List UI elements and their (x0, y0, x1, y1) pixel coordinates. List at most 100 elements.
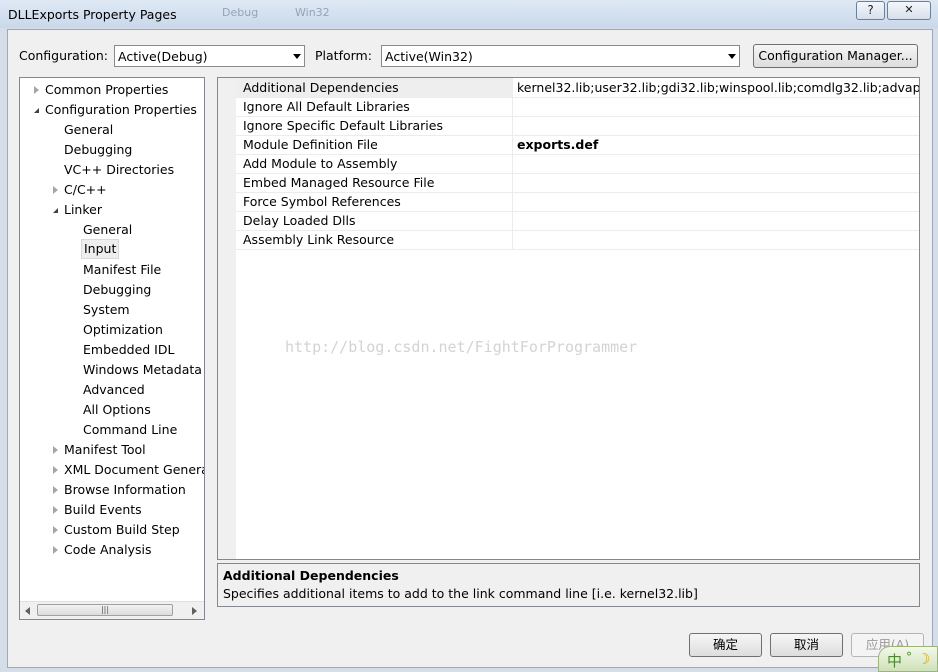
column-divider (512, 135, 513, 154)
property-row[interactable]: Embed Managed Resource File (236, 173, 919, 193)
tree-node-label: Browse Information (64, 482, 186, 497)
cancel-button[interactable]: 取消 (770, 633, 843, 657)
tree-node[interactable]: VC++ Directories (20, 160, 204, 180)
property-value[interactable]: exports.def (517, 137, 598, 152)
grid-gutter (218, 78, 236, 559)
collapsed-arrow-icon[interactable] (53, 186, 58, 194)
ime-indicator[interactable]: 中 ° ☽ (878, 646, 938, 672)
tree-node[interactable]: General (20, 220, 204, 240)
expanded-arrow-icon[interactable] (34, 108, 39, 113)
ok-button[interactable]: 确定 (689, 633, 762, 657)
property-name: Module Definition File (243, 137, 378, 152)
platform-select[interactable]: Active(Win32) (381, 45, 740, 67)
collapsed-arrow-icon[interactable] (53, 506, 58, 514)
scroll-left-icon[interactable] (25, 607, 30, 615)
tree-node[interactable]: Optimization (20, 320, 204, 340)
tree-node-label: Debugging (64, 142, 133, 157)
property-row[interactable]: Ignore Specific Default Libraries (236, 116, 919, 136)
scrollbar-thumb[interactable]: ||| (37, 604, 173, 616)
tree-node[interactable]: Debugging (20, 140, 204, 160)
tree-node-label: System (83, 302, 130, 317)
configuration-select[interactable]: Active(Debug) (114, 45, 305, 67)
property-row[interactable]: Add Module to Assembly (236, 154, 919, 174)
tree-node[interactable]: Custom Build Step (20, 520, 204, 540)
collapsed-arrow-icon[interactable] (53, 526, 58, 534)
tree-node[interactable]: Browse Information (20, 480, 204, 500)
tree-node[interactable]: Code Analysis (20, 540, 204, 560)
property-name: Ignore All Default Libraries (243, 99, 410, 114)
tree-node[interactable]: XML Document Generat (20, 460, 205, 480)
property-grid[interactable]: Additional Dependencies kernel32.lib;user… (217, 77, 920, 560)
tree-node-label: Linker (64, 202, 102, 217)
configuration-manager-button[interactable]: Configuration Manager... (753, 44, 918, 68)
property-row[interactable]: Force Symbol References (236, 192, 919, 212)
tree-node[interactable]: Debugging (20, 280, 204, 300)
tree-node[interactable]: C/C++ (20, 180, 204, 200)
tree-node-label: XML Document Generat (64, 462, 205, 477)
tree-node[interactable]: Embedded IDL (20, 340, 204, 360)
property-row[interactable]: Assembly Link Resource (236, 230, 919, 250)
tree-node-label: Debugging (83, 282, 152, 297)
tree-node-label: Configuration Properties (45, 102, 197, 117)
property-tree[interactable]: ||| Common Properties Configuration Prope… (19, 77, 205, 620)
help-button[interactable]: ? (856, 1, 885, 20)
dialog-client-area: Configuration: Active(Debug) Platform: A… (7, 29, 933, 668)
moon-icon: ☽ (917, 650, 931, 668)
column-divider (512, 211, 513, 230)
property-value[interactable]: kernel32.lib;user32.lib;gdi32.lib;winspo… (517, 80, 919, 95)
tree-node[interactable]: General (20, 120, 204, 140)
tree-node[interactable]: Input (20, 239, 204, 260)
property-row[interactable]: Delay Loaded Dlls (236, 211, 919, 231)
column-divider (512, 230, 513, 249)
tree-node[interactable]: Command Line (20, 420, 204, 440)
tree-node[interactable]: Manifest Tool (20, 440, 204, 460)
tree-node[interactable]: Common Properties (20, 80, 204, 100)
tree-node[interactable]: Advanced (20, 380, 204, 400)
column-divider (512, 173, 513, 192)
tree-node-label: Manifest Tool (64, 442, 146, 457)
description-title: Additional Dependencies (223, 568, 399, 583)
watermark: http://blog.csdn.net/FightForProgrammer (285, 338, 638, 356)
tree-node-label: Build Events (64, 502, 142, 517)
tree-node-label: Windows Metadata (83, 362, 202, 377)
tree-node[interactable]: Configuration Properties (20, 100, 204, 120)
column-divider (512, 116, 513, 135)
close-button[interactable]: ✕ (887, 1, 931, 20)
property-name: Additional Dependencies (243, 80, 399, 95)
tree-node-label: Optimization (83, 322, 163, 337)
chevron-down-icon (293, 54, 301, 59)
tree-node[interactable]: Linker (20, 200, 204, 220)
background-ghost-text: Debug (222, 6, 259, 19)
property-row[interactable]: Ignore All Default Libraries (236, 97, 919, 117)
tree-node-label: Embedded IDL (83, 342, 175, 357)
tree-node-label: Code Analysis (64, 542, 152, 557)
collapsed-arrow-icon[interactable] (53, 446, 58, 454)
tree-node[interactable]: Windows Metadata (20, 360, 204, 380)
description-panel: Additional Dependencies Specifies additi… (217, 563, 920, 607)
horizontal-scrollbar[interactable]: ||| (20, 601, 204, 619)
property-row[interactable]: Module Definition File exports.def (236, 135, 919, 155)
scroll-right-icon[interactable] (192, 607, 197, 615)
expanded-arrow-icon[interactable] (53, 208, 58, 213)
title-bar: DLLExports Property Pages Debug Win32 ? … (0, 0, 938, 28)
collapsed-arrow-icon[interactable] (34, 86, 39, 94)
tree-node[interactable]: Build Events (20, 500, 204, 520)
collapsed-arrow-icon[interactable] (53, 486, 58, 494)
tree-node-label: Advanced (83, 382, 145, 397)
property-name: Delay Loaded Dlls (243, 213, 356, 228)
tree-node-label: Command Line (83, 422, 178, 437)
close-icon: ✕ (904, 3, 914, 16)
property-name: Assembly Link Resource (243, 232, 395, 247)
platform-label: Platform: (315, 48, 372, 63)
tree-node-label: Custom Build Step (64, 522, 180, 537)
column-divider (512, 97, 513, 116)
collapsed-arrow-icon[interactable] (53, 546, 58, 554)
tree-node-label: General (83, 222, 133, 237)
collapsed-arrow-icon[interactable] (53, 466, 58, 474)
tree-node[interactable]: All Options (20, 400, 204, 420)
tree-node[interactable]: Manifest File (20, 260, 204, 280)
tree-node[interactable]: System (20, 300, 204, 320)
property-row[interactable]: Additional Dependencies kernel32.lib;user… (236, 78, 919, 98)
property-name: Force Symbol References (243, 194, 401, 209)
tree-node-label: C/C++ (64, 182, 107, 197)
